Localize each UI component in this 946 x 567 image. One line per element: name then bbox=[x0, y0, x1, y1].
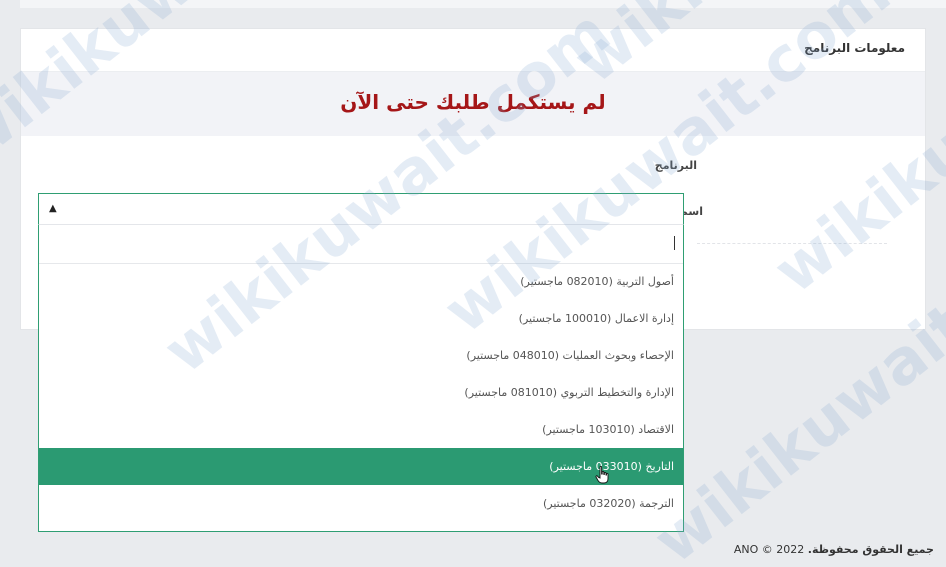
program-name-select[interactable]: ▲ bbox=[38, 193, 684, 225]
dropdown-search-row bbox=[39, 225, 683, 264]
field-divider bbox=[697, 243, 887, 244]
dropdown-option[interactable]: الاقتصاد (103010 ماجستير) bbox=[39, 411, 683, 448]
dropdown-option[interactable]: الإدارة والتخطيط التربوي (081010 ماجستير… bbox=[39, 374, 683, 411]
hand-pointer-icon bbox=[595, 466, 609, 484]
program-label: البرنامج bbox=[654, 159, 697, 172]
footer-copyright: 2022 © ANO bbox=[733, 543, 805, 556]
caret-up-icon[interactable]: ▲ bbox=[49, 203, 57, 214]
card-header: معلومات البرنامج bbox=[21, 29, 925, 72]
footer: جميع الحقوق محفوظة. 2022 © ANO bbox=[734, 543, 934, 556]
dropdown-option[interactable]: الترجمة (032020 ماجستير) bbox=[39, 485, 683, 522]
dropdown-search-input[interactable] bbox=[45, 231, 677, 259]
status-banner: لم يستكمل طلبك حتى الآن bbox=[21, 72, 925, 136]
dropdown-option-highlighted[interactable]: التاريخ (033010 ماجستير) bbox=[39, 448, 683, 485]
dropdown-options: أصول التربية (082010 ماجستير) إدارة الاع… bbox=[39, 263, 683, 522]
dropdown-option[interactable]: أصول التربية (082010 ماجستير) bbox=[39, 263, 683, 300]
dropdown-option[interactable]: الإحصاء وبحوث العمليات (048010 ماجستير) bbox=[39, 337, 683, 374]
status-message: لم يستكمل طلبك حتى الآن bbox=[340, 90, 606, 114]
footer-rights: جميع الحقوق محفوظة. bbox=[807, 543, 934, 556]
text-cursor bbox=[674, 236, 675, 250]
card-title: معلومات البرنامج bbox=[804, 41, 905, 55]
dropdown-option[interactable]: إدارة الاعمال (100010 ماجستير) bbox=[39, 300, 683, 337]
top-strip bbox=[20, 0, 946, 8]
program-dropdown: أصول التربية (082010 ماجستير) إدارة الاع… bbox=[38, 225, 684, 532]
